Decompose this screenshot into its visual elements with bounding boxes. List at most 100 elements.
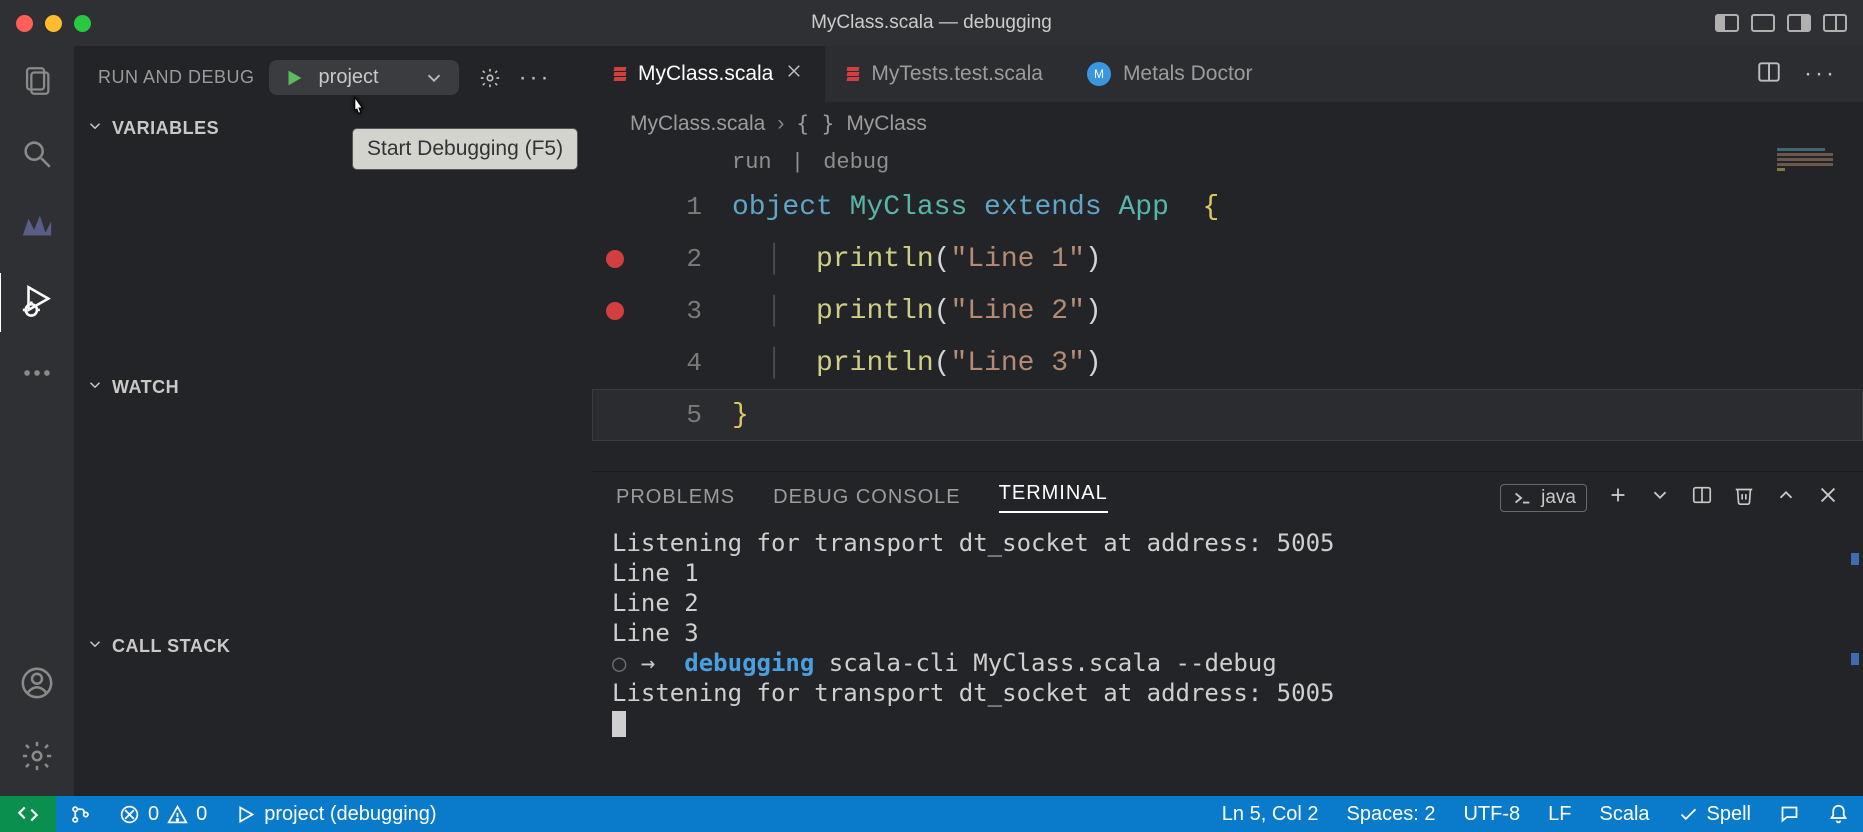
code-line[interactable]: 4 │ println("Line 3") — [592, 337, 1863, 389]
close-tab-icon[interactable] — [785, 62, 803, 86]
watch-section-title: WATCH — [112, 377, 179, 398]
spell-check-status[interactable]: Spell — [1664, 796, 1765, 832]
codelens-run[interactable]: run — [732, 150, 772, 175]
terminal-line: Listening for transport dt_socket at add… — [612, 679, 1843, 709]
watch-section-header[interactable]: WATCH — [74, 368, 592, 407]
eol-status[interactable]: LF — [1534, 796, 1585, 832]
error-count: 0 — [148, 803, 159, 826]
language-mode-status[interactable]: Scala — [1585, 796, 1663, 832]
code-content[interactable]: } — [732, 400, 749, 431]
metals-icon[interactable] — [20, 210, 54, 249]
variables-section-title: VARIABLES — [112, 118, 219, 139]
split-terminal-icon[interactable] — [1691, 484, 1713, 512]
kill-terminal-icon[interactable] — [1733, 484, 1755, 512]
metals-doctor-icon: M — [1087, 62, 1111, 86]
code-content[interactable]: │ println("Line 2") — [732, 296, 1102, 327]
breakpoint-icon[interactable] — [606, 302, 624, 320]
feedback-icon[interactable] — [1765, 796, 1814, 832]
debug-launch-status[interactable]: project (debugging) — [221, 796, 450, 832]
editor-tab[interactable]: MyClass.scala — [592, 46, 825, 102]
terminal-dropdown-icon[interactable] — [1649, 484, 1671, 512]
settings-gear-icon[interactable] — [20, 739, 54, 778]
tab-problems[interactable]: PROBLEMS — [616, 486, 735, 509]
warning-count: 0 — [196, 803, 207, 826]
terminal-line: Line 3 — [612, 619, 1843, 649]
breadcrumb-file[interactable]: MyClass.scala — [630, 112, 765, 136]
breakpoint-icon[interactable] — [606, 250, 624, 268]
terminal-profile-selector[interactable]: java — [1500, 484, 1587, 512]
chevron-down-icon[interactable] — [423, 67, 445, 89]
code-line[interactable]: 1object MyClass extends App { — [592, 181, 1863, 233]
debug-config-dropdown[interactable]: project — [269, 60, 459, 95]
activity-bar — [0, 46, 74, 796]
window-controls — [16, 15, 91, 32]
editor-group: MyClass.scala MyTests.test.scala MMetals D… — [592, 46, 1863, 796]
encoding-status[interactable]: UTF-8 — [1449, 796, 1534, 832]
explorer-icon[interactable] — [20, 64, 54, 103]
editor-tab[interactable]: MyTests.test.scala — [825, 46, 1065, 102]
code-editor[interactable]: run | debug 1object MyClass extends App … — [592, 146, 1863, 471]
source-control-status[interactable] — [56, 796, 105, 832]
code-content[interactable]: object MyClass extends App { — [732, 192, 1219, 223]
scala-file-icon — [614, 67, 626, 81]
codelens-debug[interactable]: debug — [823, 150, 889, 175]
maximize-window-button[interactable] — [74, 15, 91, 32]
pointer-cursor-icon — [345, 95, 371, 121]
terminal-profile-name: java — [1541, 487, 1576, 509]
toggle-panel-icon[interactable] — [1751, 14, 1775, 32]
debug-launch-label: project (debugging) — [264, 803, 436, 826]
editor-tab[interactable]: MMetals Doctor — [1065, 46, 1275, 102]
start-debugging-icon[interactable] — [283, 67, 305, 89]
editor-tabs: MyClass.scala MyTests.test.scala MMetals D… — [592, 46, 1863, 102]
more-views-icon[interactable] — [20, 356, 54, 395]
editor-tab-label: MyTests.test.scala — [871, 62, 1043, 86]
terminal-cursor-line[interactable] — [612, 709, 1843, 739]
problems-status[interactable]: 0 0 — [105, 796, 221, 832]
indentation-status[interactable]: Spaces: 2 — [1333, 796, 1450, 832]
remote-indicator[interactable] — [0, 796, 56, 832]
notifications-icon[interactable] — [1814, 796, 1863, 832]
chevron-down-icon — [86, 117, 104, 140]
breadcrumb[interactable]: MyClass.scala › { } MyClass — [592, 102, 1863, 146]
close-window-button[interactable] — [16, 15, 33, 32]
toggle-secondary-sidebar-icon[interactable] — [1787, 14, 1811, 32]
line-number: 2 — [662, 244, 702, 274]
open-launch-json-icon[interactable] — [479, 67, 501, 89]
editor-more-actions-icon[interactable]: ··· — [1804, 60, 1837, 88]
customize-layout-icon[interactable] — [1823, 14, 1847, 32]
code-content[interactable]: │ println("Line 1") — [732, 244, 1102, 275]
code-line[interactable]: 2 │ println("Line 1") — [592, 233, 1863, 285]
code-content[interactable]: │ println("Line 3") — [732, 348, 1102, 379]
scala-file-icon — [847, 67, 859, 81]
watch-section: WATCH — [74, 368, 592, 627]
terminal-output[interactable]: Listening for transport dt_socket at add… — [592, 523, 1863, 796]
new-terminal-icon[interactable] — [1607, 484, 1629, 512]
line-number: 4 — [662, 348, 702, 378]
layout-controls — [1715, 14, 1847, 32]
run-and-debug-icon[interactable] — [20, 283, 54, 322]
callstack-section-title: CALL STACK — [112, 636, 230, 657]
tab-terminal[interactable]: TERMINAL — [999, 482, 1108, 513]
titlebar: MyClass.scala — debugging — [0, 0, 1863, 46]
status-bar: 0 0 project (debugging) Ln 5, Col 2 Spac… — [0, 796, 1863, 832]
maximize-panel-icon[interactable] — [1775, 484, 1797, 512]
callstack-section-header[interactable]: CALL STACK — [74, 627, 592, 666]
terminal-line: Line 2 — [612, 589, 1843, 619]
close-panel-icon[interactable] — [1817, 484, 1839, 512]
minimize-window-button[interactable] — [45, 15, 62, 32]
chevron-down-icon — [86, 635, 104, 658]
line-number: 3 — [662, 296, 702, 326]
tab-debug-console[interactable]: DEBUG CONSOLE — [773, 486, 960, 509]
breadcrumb-symbol[interactable]: MyClass — [846, 112, 927, 136]
debug-more-actions-icon[interactable]: ··· — [519, 64, 552, 92]
search-icon[interactable] — [20, 137, 54, 176]
terminal-prompt-line: ○ → debugging scala-cli MyClass.scala --… — [612, 649, 1843, 679]
terminal-line: Listening for transport dt_socket at add… — [612, 529, 1843, 559]
cursor-position-status[interactable]: Ln 5, Col 2 — [1208, 796, 1333, 832]
toggle-primary-sidebar-icon[interactable] — [1715, 14, 1739, 32]
code-line[interactable]: 3 │ println("Line 2") — [592, 285, 1863, 337]
accounts-icon[interactable] — [20, 666, 54, 705]
code-line[interactable]: 5} — [592, 389, 1863, 441]
split-editor-icon[interactable] — [1756, 59, 1782, 90]
editor-tab-label: MyClass.scala — [638, 62, 773, 86]
